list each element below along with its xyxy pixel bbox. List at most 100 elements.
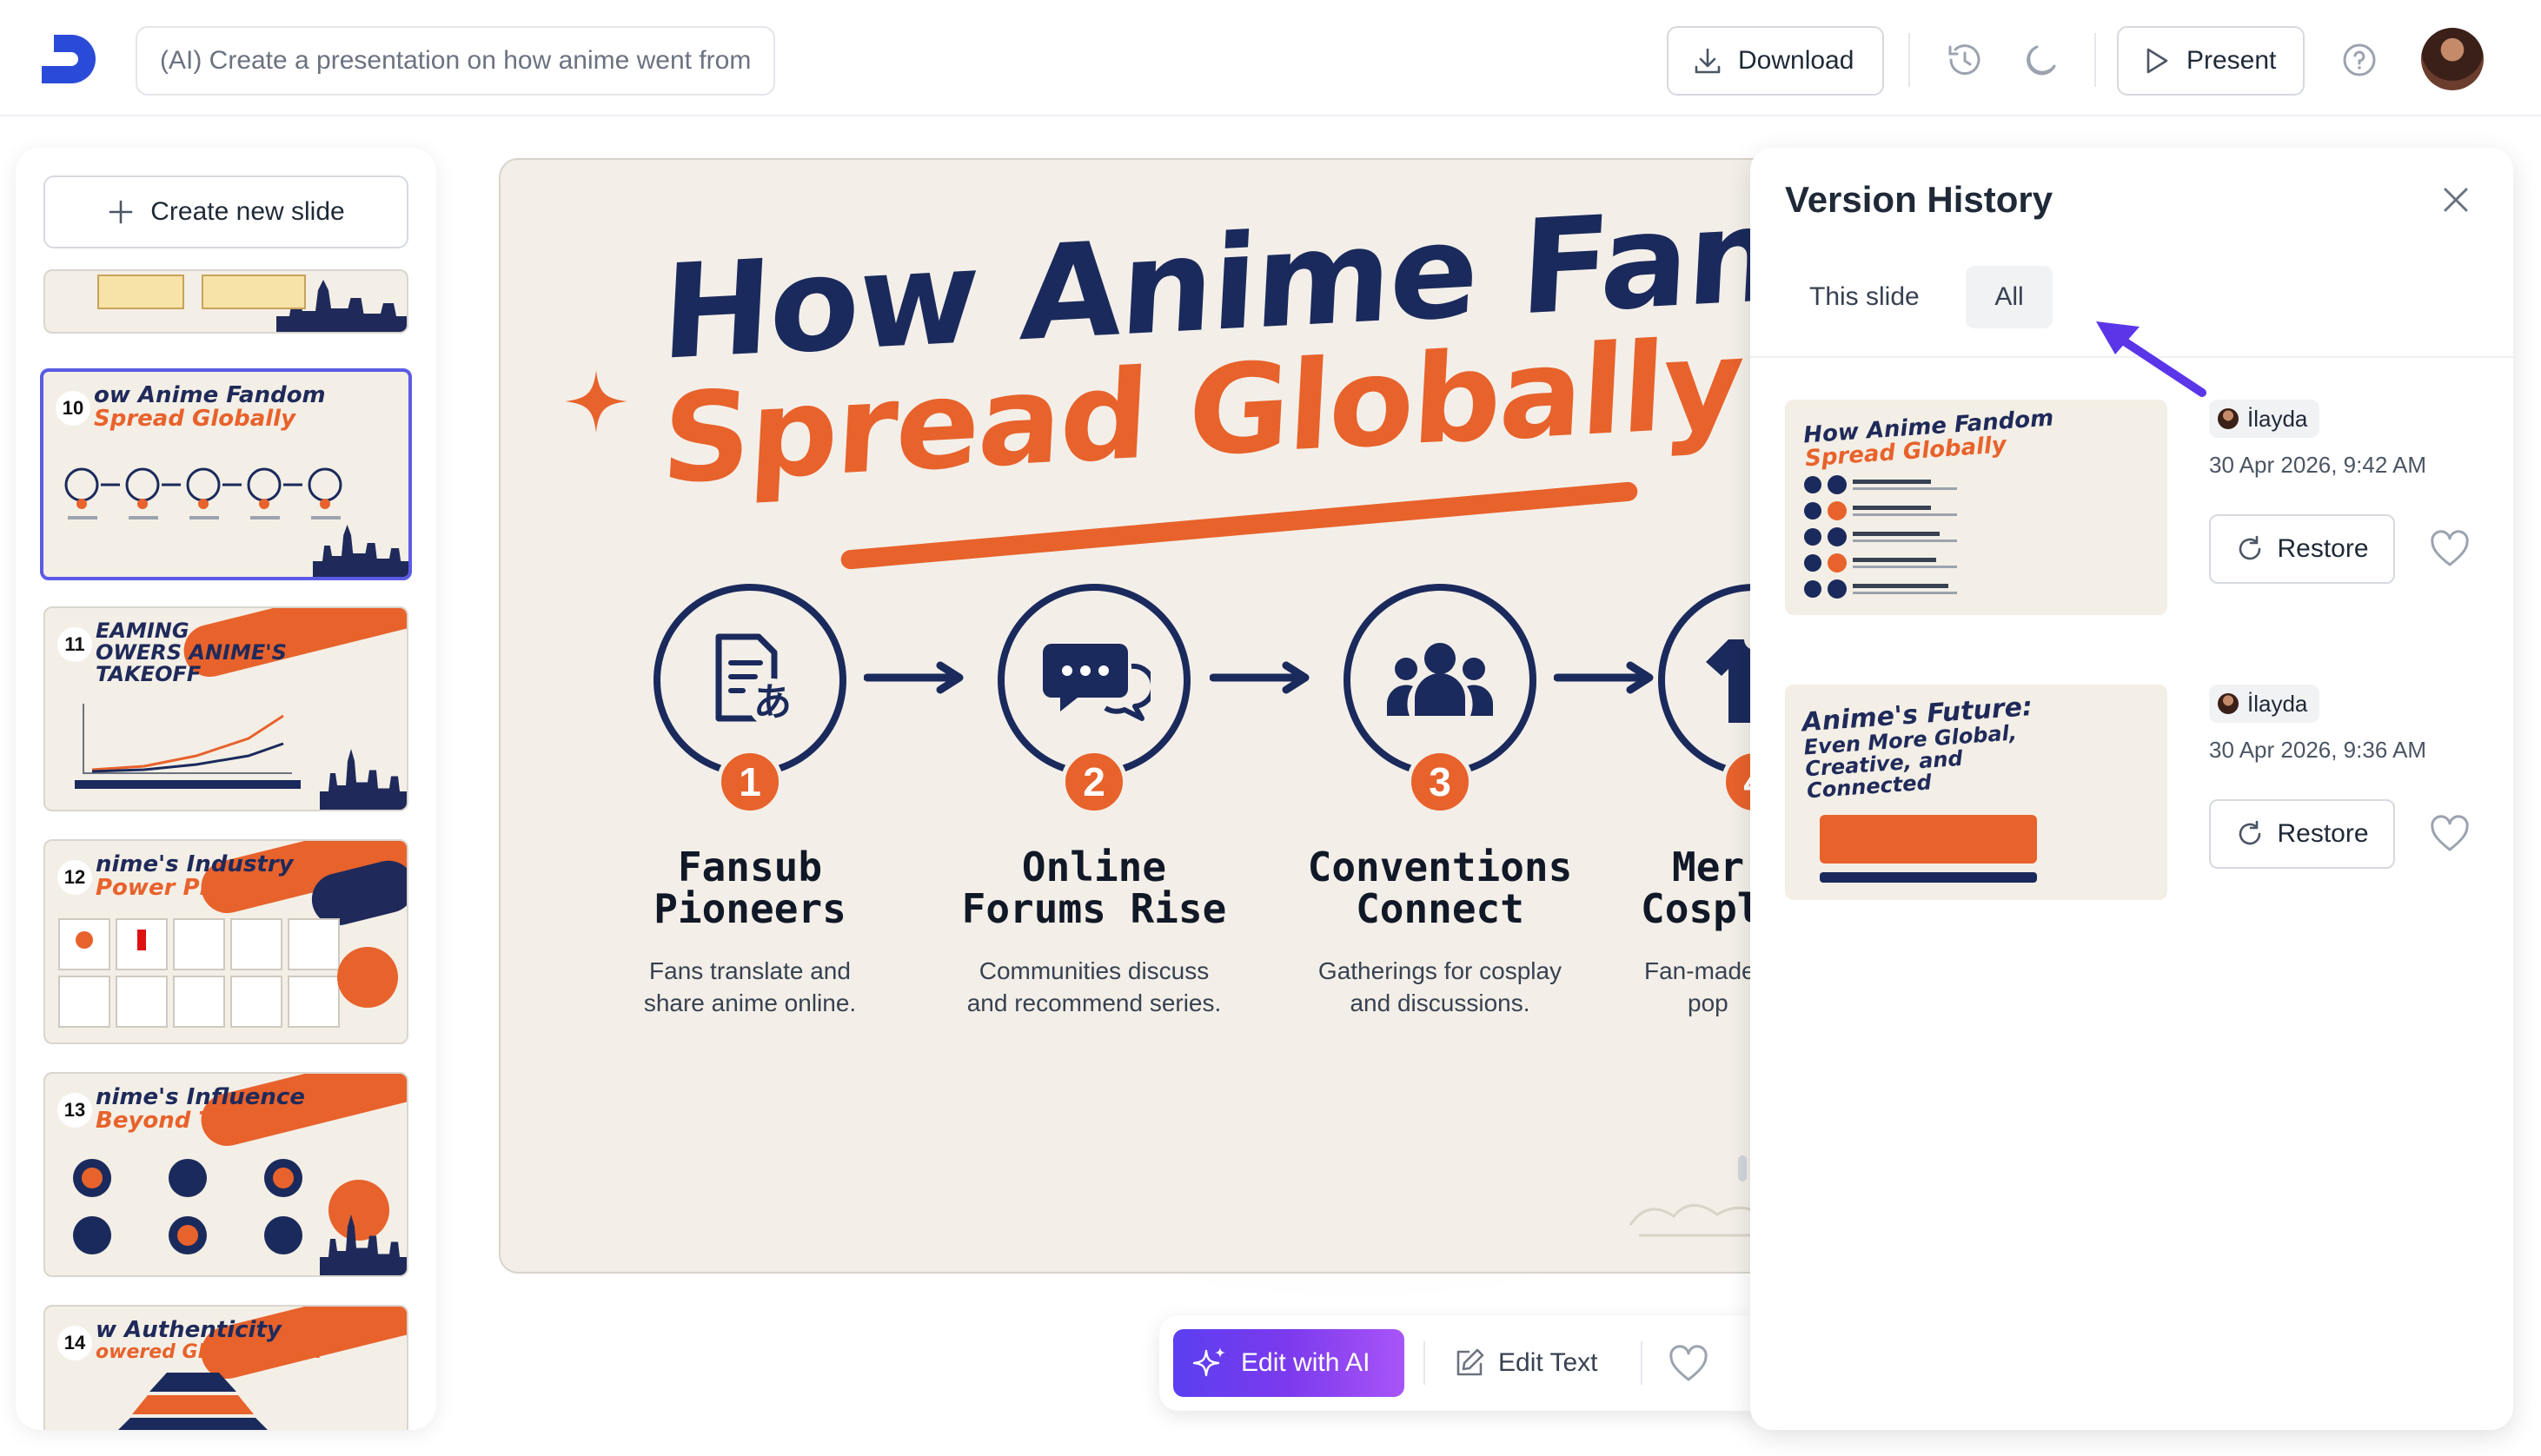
heart-icon[interactable] xyxy=(1669,1345,1708,1383)
slide-resize-handle[interactable] xyxy=(1738,1155,1747,1181)
step-desc-line1: Gatherings for cosplay xyxy=(1317,956,1562,984)
slide-number: 10 xyxy=(56,391,90,426)
version-author-chip: İlayda xyxy=(2209,685,2320,723)
slide-thumbnail-title: w Authenticity owered Global Reach xyxy=(96,1317,382,1364)
thumbnail-sun xyxy=(328,1180,389,1241)
thumbnail-title-line1: w Authenticity xyxy=(96,1317,282,1343)
ai-prompt-text: (AI) Create a presentation on how anime … xyxy=(160,46,752,75)
slide-thumbnail-title: nime's Influence Beyond TV xyxy=(96,1084,382,1135)
step-name: Fansub Pioneers xyxy=(589,846,911,930)
close-icon[interactable] xyxy=(2438,182,2473,217)
restore-label: Restore xyxy=(2277,534,2369,563)
slide-thumbnail-11[interactable]: 11 EAMING OWERS ANIME'S TAKEOFF xyxy=(43,606,408,811)
step-circle: 2 xyxy=(998,584,1191,815)
slide-thumbnail-title: EAMING OWERS ANIME'S TAKEOFF xyxy=(96,619,382,687)
slide-number: 11 xyxy=(57,627,92,662)
create-new-slide-label: Create new slide xyxy=(150,197,345,226)
annotation-arrow-icon xyxy=(2096,321,2206,397)
version-thumbnail[interactable]: How Anime Fandom Spread Globally xyxy=(1785,400,2167,615)
version-timestamp: 30 Apr 2026, 9:36 AM xyxy=(2209,737,2427,763)
author-avatar xyxy=(2218,408,2239,429)
top-bar: (AI) Create a presentation on how anime … xyxy=(0,0,2541,116)
sparkles-icon xyxy=(1192,1347,1225,1377)
slide-thumbnail-title: nime's Industry Power Players xyxy=(96,851,382,902)
step-number-badge: 2 xyxy=(1061,749,1127,815)
step-circle: 3 xyxy=(1343,584,1536,815)
slide-thumbnail-10[interactable]: 10 ow Anime Fandom Spread Globally xyxy=(40,368,412,580)
slide-toolbar: Edit with AI Edit Text xyxy=(1159,1315,1768,1411)
step-online-forums-rise[interactable]: 2 Online Forums Rise Communities discuss… xyxy=(933,584,1255,1020)
step-description: Fans translate and share anime online. xyxy=(589,955,911,1021)
version-thumbnail-footer xyxy=(1820,872,2037,883)
step-name-line2: Connect xyxy=(1356,885,1524,933)
ai-prompt-field[interactable]: (AI) Create a presentation on how anime … xyxy=(136,26,775,96)
plus-icon xyxy=(109,200,133,224)
version-item: Anime's Future: Even More Global, Creati… xyxy=(1785,685,2480,902)
divider xyxy=(1641,1341,1642,1385)
step-desc-line2: share anime online. xyxy=(643,989,857,1017)
thumbnail-title-line1: nime's Influence xyxy=(96,1084,305,1110)
slide-thumbnail-12[interactable]: 12 nime's Industry Power Players xyxy=(43,839,408,1044)
present-button[interactable]: Present xyxy=(2117,26,2305,96)
thumbnail-title-line1: ow Anime Fandom xyxy=(94,382,326,408)
thumbnail-title-line1: nime's Industry xyxy=(96,851,294,877)
thumbnail-logo-grid xyxy=(58,918,340,1028)
version-thumbnail[interactable]: Anime's Future: Even More Global, Creati… xyxy=(1785,685,2167,900)
step-desc-line2: and discussions. xyxy=(1350,989,1530,1017)
chat-bubbles-icon xyxy=(1043,644,1151,721)
step-conventions-connect[interactable]: 3 Conventions Connect Gatherings for cos… xyxy=(1279,584,1601,1020)
slide-thumbnail-9[interactable] xyxy=(43,269,408,334)
step-desc-line2: and recommend series. xyxy=(966,989,1222,1017)
version-author-chip: İlayda xyxy=(2209,400,2320,438)
step-fansub-pioneers[interactable]: あ 1 Fansub Pioneers Fans translate and s… xyxy=(589,584,911,1020)
version-timestamp: 30 Apr 2026, 9:42 AM xyxy=(2209,452,2427,478)
slide-number: 14 xyxy=(57,1326,92,1360)
user-avatar[interactable] xyxy=(2421,28,2484,90)
step-description: Gatherings for cosplay and discussions. xyxy=(1279,955,1601,1021)
step-name: Conventions Connect xyxy=(1279,846,1601,930)
thumbnail-pyramid xyxy=(118,1373,268,1430)
version-thumbnail-list xyxy=(1804,475,1957,599)
download-icon xyxy=(1695,48,1721,74)
author-avatar xyxy=(2218,693,2239,714)
thumbnail-title-line2: Beyond TV xyxy=(96,1108,232,1135)
app-logo-icon[interactable] xyxy=(36,31,99,87)
restore-button[interactable]: Restore xyxy=(2209,514,2395,584)
slide-thumbnail-14[interactable]: 14 w Authenticity owered Global Reach xyxy=(43,1305,408,1430)
divider xyxy=(2094,33,2096,87)
step-name-line1: Online xyxy=(1021,844,1167,890)
slide-number: 13 xyxy=(57,1093,92,1128)
version-author-name: İlayda xyxy=(2247,690,2308,717)
restore-button[interactable]: Restore xyxy=(2209,799,2395,869)
edit-text-label: Edit Text xyxy=(1498,1348,1598,1377)
present-label: Present xyxy=(2186,46,2277,75)
favorite-heart-icon[interactable] xyxy=(2430,815,2470,853)
slide-canvas[interactable]: How Anime Fando Spread Globally あ 1 Fans… xyxy=(499,158,1776,1274)
slide-thumbnail-13[interactable]: 13 nime's Influence Beyond TV xyxy=(43,1072,408,1277)
dark-mode-moon-icon[interactable] xyxy=(2020,38,2063,82)
thumbnail-card xyxy=(202,275,306,309)
edit-with-ai-button[interactable]: Edit with AI xyxy=(1173,1329,1404,1397)
thumbnail-title-line2: Spread Globally xyxy=(94,406,296,433)
tab-all[interactable]: All xyxy=(1966,266,2053,328)
thumbnail-card xyxy=(97,275,184,309)
translate-document-icon: あ xyxy=(715,633,797,727)
edit-text-button[interactable]: Edit Text xyxy=(1453,1329,1598,1397)
divider xyxy=(1908,33,1910,87)
create-new-slide-button[interactable]: Create new slide xyxy=(43,175,408,248)
thumbnail-title-line2: Power Players xyxy=(96,875,277,902)
step-desc-line1: Fans translate and xyxy=(649,956,851,984)
step-number-badge: 1 xyxy=(717,749,783,815)
favorite-heart-icon[interactable] xyxy=(2430,530,2470,568)
history-icon[interactable] xyxy=(1943,38,1987,82)
help-icon[interactable] xyxy=(2338,38,2381,82)
download-button[interactable]: Download xyxy=(1667,26,1884,96)
thumbnail-title-line2: OWERS ANIME'S TAKEOFF xyxy=(96,640,287,687)
slide-thumbnail-title: ow Anime Fandom Spread Globally xyxy=(94,382,381,433)
divider xyxy=(1423,1341,1425,1385)
tab-this-slide[interactable]: This slide xyxy=(1783,266,1946,328)
slide-number: 12 xyxy=(57,860,92,895)
step-name-line2: Forums Rise xyxy=(961,885,1227,933)
thumbnail-title-line2: owered Global Reach xyxy=(96,1341,322,1364)
pencil-square-icon xyxy=(1456,1348,1484,1376)
